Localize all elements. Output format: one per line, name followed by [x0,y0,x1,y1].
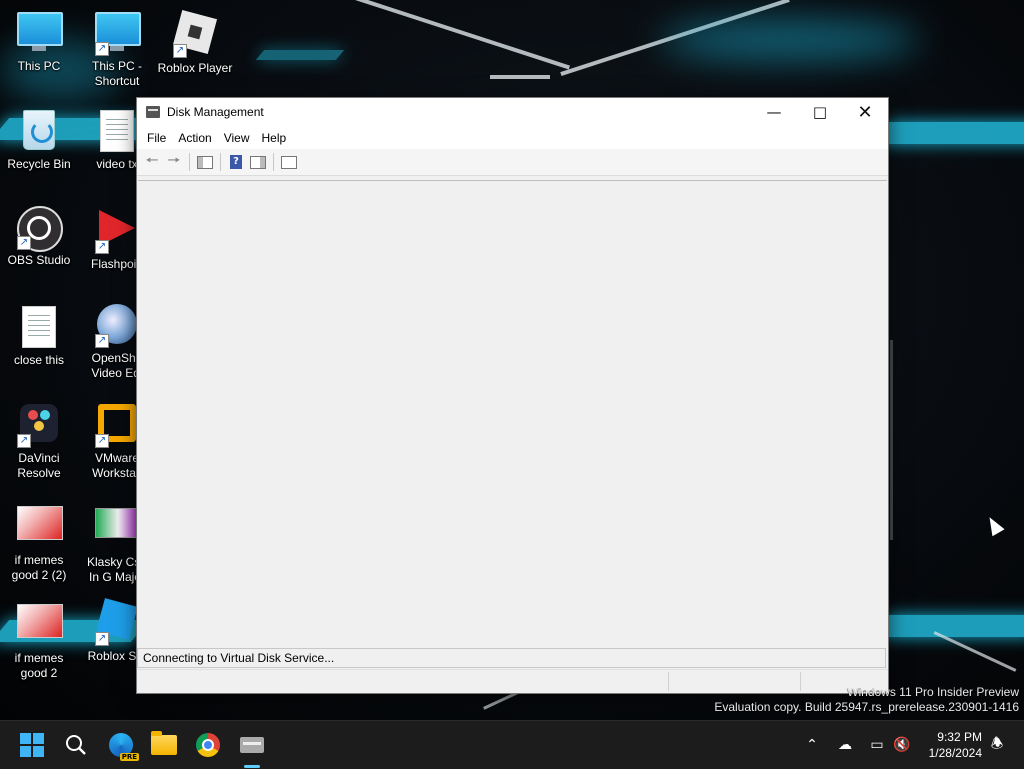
desktop-icon-close-this[interactable]: close this [0,304,78,368]
menu-help[interactable]: Help [256,131,293,145]
desktop-icon-label: This PC - Shortcut [91,59,142,88]
desktop-icon-obs-studio[interactable]: ↗ OBS Studio [0,206,78,268]
shortcut-arrow-icon: ↗ [95,42,109,56]
video-file-icon [95,508,141,552]
search-icon[interactable] [60,729,92,761]
desktop-icon-label: if memes good 2 [14,651,64,680]
network-icon[interactable]: ▭ [866,721,888,769]
edge-beta-icon[interactable]: PRE [105,729,139,761]
back-icon[interactable]: 🠔 [141,151,163,173]
desktop-icon-label: This PC [17,59,61,73]
windows-watermark: Windows 11 Pro Insider Preview Evaluatio… [714,685,1019,715]
maximize-button[interactable]: □ [797,98,843,126]
monitor-icon [17,12,63,46]
disk-management-taskbar-icon[interactable] [236,729,268,768]
openshot-icon: ↗ [95,304,139,348]
shortcut-arrow-icon: ↗ [95,632,109,646]
watermark-line-1: Windows 11 Pro Insider Preview [847,685,1019,699]
desktop-icon-if-memes-good-2[interactable]: if memes good 2 [0,598,78,681]
forward-icon[interactable]: 🠖 [163,151,185,173]
notifications-bell-icon[interactable]: 🕭 [986,721,1008,769]
disk-management-window[interactable]: Disk Management — □ ✕ File Action View H… [136,97,889,694]
menu-action[interactable]: Action [172,131,217,145]
menu-view[interactable]: View [218,131,256,145]
text-file-icon [22,306,56,348]
toolbar: 🠔 🠖 ? [137,149,888,176]
desktop-icon-label: DaVinci Resolve [17,451,61,480]
desktop-icon-davinci-resolve[interactable]: ↗ DaVinci Resolve [0,402,78,481]
obs-icon: ↗ [17,206,63,252]
disk-management-icon [146,106,160,118]
flashpoint-icon: ↗ [95,210,139,254]
clock-time: 9:32 PM [937,730,982,744]
properties-icon[interactable] [278,151,300,173]
shortcut-arrow-icon: ↗ [95,334,109,348]
image-file-icon [17,604,63,648]
help-icon[interactable]: ? [225,151,247,173]
monitor-icon [95,12,141,46]
status-panel: Connecting to Virtual Disk Service... [137,648,886,668]
desktop-icon-this-pc[interactable]: This PC [0,10,78,74]
disk-view-pane[interactable] [138,180,887,647]
minimize-button[interactable]: — [751,98,797,126]
shortcut-arrow-icon: ↗ [17,434,31,448]
desktop-icon-recycle-bin[interactable]: Recycle Bin [0,108,78,172]
file-explorer-icon[interactable] [148,729,180,761]
desktop-icon-label: if memes good 2 (2) [11,553,67,582]
chrome-icon[interactable] [192,729,224,761]
shortcut-arrow-icon: ↗ [17,236,31,250]
desktop-icon-label: Roblox Player [157,61,233,75]
shortcut-arrow-icon: ↗ [95,240,109,254]
image-file-icon [17,506,63,550]
taskbar: PRE ⌃ ☁ ▭ 🔇 9:32 PM 1/28/2024 🕭 [0,720,1024,769]
menu-file[interactable]: File [141,131,172,145]
text-file-icon [100,110,134,152]
status-text: Connecting to Virtual Disk Service... [143,651,335,665]
show-hidden-icons-chevron-icon[interactable]: ⌃ [802,721,822,769]
desktop-icon-if-memes-good-2-2[interactable]: if memes good 2 (2) [0,500,78,583]
system-clock[interactable]: 9:32 PM 1/28/2024 [929,729,982,761]
shortcut-arrow-icon: ↗ [173,44,187,58]
desktop-icon-roblox-player[interactable]: ↗ Roblox Player [156,9,234,76]
shortcut-arrow-icon: ↗ [95,434,109,448]
title-bar[interactable]: Disk Management — □ ✕ [137,98,888,126]
davinci-resolve-icon: ↗ [17,404,61,448]
vmware-icon: ↗ [95,404,139,448]
close-button[interactable]: ✕ [842,98,888,126]
show-hide-action-pane-icon[interactable] [247,151,269,173]
menu-bar: File Action View Help [137,126,888,149]
show-hide-console-tree-icon[interactable] [194,151,216,173]
desktop-icon-label: Recycle Bin [7,157,71,171]
window-title: Disk Management [167,105,264,119]
roblox-studio-icon: ↗ [95,598,139,646]
desktop-icon-label: OBS Studio [7,253,71,267]
watermark-line-2: Evaluation copy. Build 25947.rs_prerelea… [714,700,1019,714]
desktop-icon-this-pc-shortcut[interactable]: ↗ This PC - Shortcut [78,10,156,89]
clock-date: 1/28/2024 [928,746,982,760]
volume-muted-icon[interactable]: 🔇 [892,721,912,769]
start-icon[interactable] [16,729,48,761]
onedrive-offline-icon[interactable]: ☁ [834,721,856,769]
recycle-bin-icon [17,110,61,154]
desktop-icon-label: close this [13,353,65,367]
roblox-icon: ↗ [172,9,218,58]
